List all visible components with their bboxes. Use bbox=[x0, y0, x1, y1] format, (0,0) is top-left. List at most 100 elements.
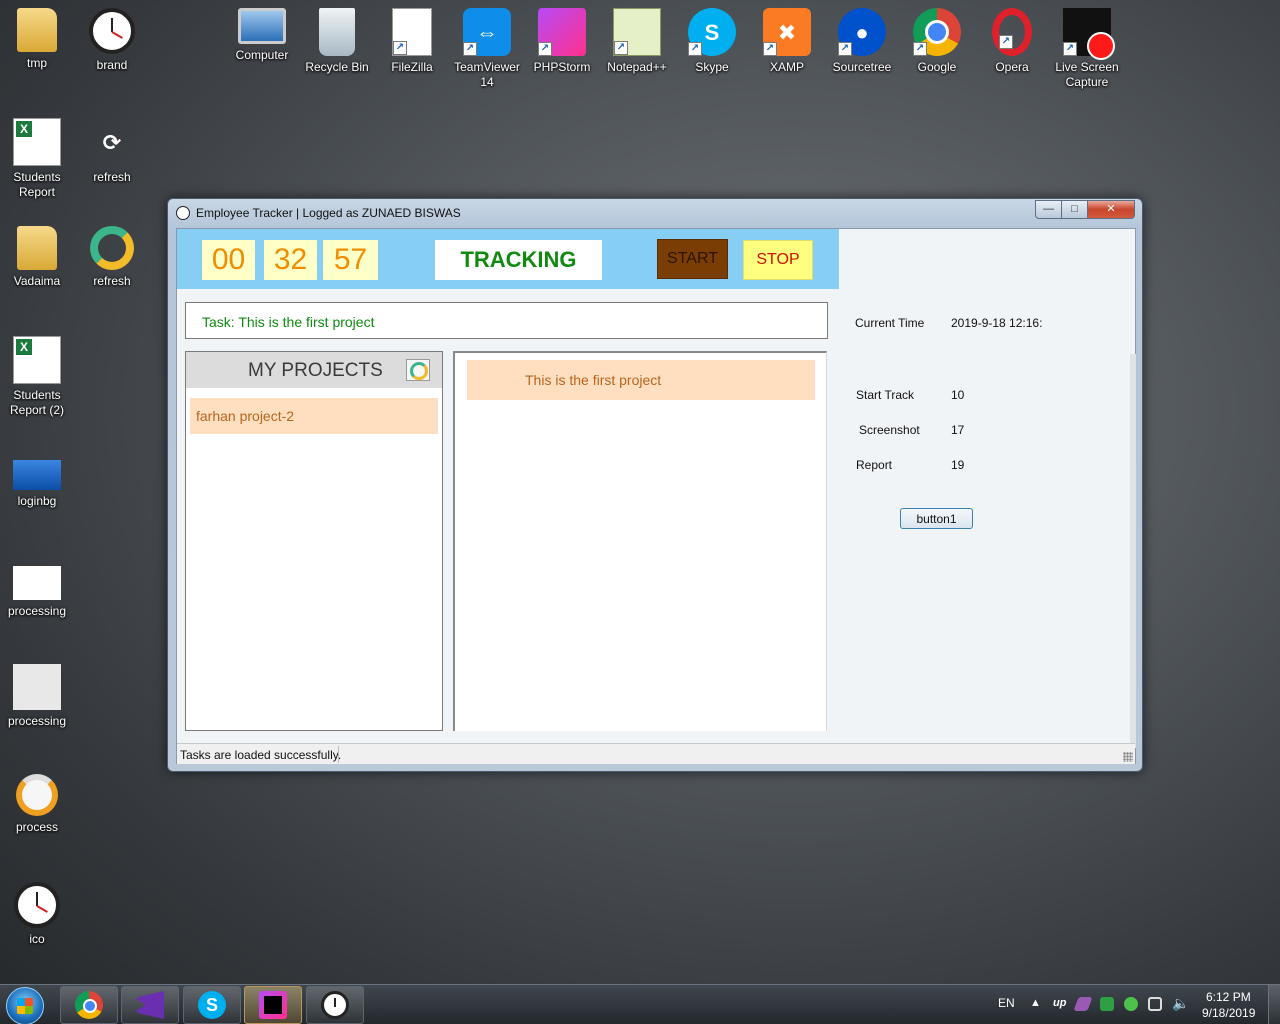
desktop-icon-google[interactable]: ↗ Google bbox=[900, 8, 974, 75]
desktop-icon-label: Computer bbox=[235, 48, 289, 62]
desktop-icon-label: refresh bbox=[93, 170, 131, 184]
desktop-icon-skype[interactable]: S ↗ Skype bbox=[675, 8, 749, 75]
timer-header: 00 32 57 TRACKING START STOP bbox=[177, 229, 839, 289]
teamviewer-icon: ⇔ ↗ bbox=[463, 8, 511, 56]
tray-expand-icon[interactable]: ▲ bbox=[1030, 997, 1041, 1009]
desktop-icon-notepad[interactable]: ↗ Notepad++ bbox=[600, 8, 674, 75]
refresh-projects-icon[interactable] bbox=[406, 359, 430, 381]
volume-icon[interactable]: 🔈 bbox=[1172, 995, 1189, 1012]
image-icon bbox=[13, 566, 61, 600]
desktop-icon-label: Recycle Bin bbox=[305, 60, 369, 74]
status-text: Tasks are loaded successfully. bbox=[180, 748, 342, 762]
desktop-icon-loginbg[interactable]: loginbg bbox=[0, 450, 74, 509]
check-icon[interactable] bbox=[1124, 997, 1138, 1011]
upwork-icon[interactable]: up bbox=[1053, 997, 1066, 1009]
desktop-icon-label: Sourcetree bbox=[832, 60, 892, 74]
tracking-status: TRACKING bbox=[435, 240, 602, 280]
phpstorm-icon: ↗ bbox=[538, 8, 586, 56]
project-item[interactable]: farhan project-2 bbox=[190, 398, 438, 434]
desktop-icon-label: brand bbox=[96, 58, 128, 72]
start-button[interactable] bbox=[6, 987, 44, 1024]
desktop-icon-live-screen-capture[interactable]: ↗ Live Screen Capture bbox=[1050, 8, 1124, 90]
app-clock-icon bbox=[176, 206, 190, 220]
desktop-icon-vadaima[interactable]: Vadaima bbox=[0, 226, 74, 289]
window-client-area: 00 32 57 TRACKING START STOP Task: This … bbox=[176, 228, 1136, 764]
desktop-icon-refresh[interactable]: ⟳ refresh bbox=[75, 118, 149, 185]
resize-grip-icon[interactable] bbox=[1123, 752, 1133, 762]
desktop-icon-label: process bbox=[15, 820, 59, 834]
report-label: Report bbox=[856, 458, 893, 472]
shortcut-arrow-icon: ↗ bbox=[1063, 42, 1077, 56]
shortcut-arrow-icon: ↗ bbox=[614, 41, 628, 55]
desktop-icon-ico[interactable]: ico bbox=[0, 882, 74, 947]
desktop-icon-tmp[interactable]: tmp bbox=[0, 8, 74, 71]
desktop-icon-label: Students Report (2) bbox=[9, 388, 65, 417]
stop-button[interactable]: STOP bbox=[743, 240, 813, 280]
visual-studio-icon bbox=[136, 991, 164, 1019]
filezilla-icon: ↗ bbox=[392, 8, 432, 56]
shortcut-arrow-icon: ↗ bbox=[838, 42, 852, 56]
shortcut-arrow-icon: ↗ bbox=[393, 41, 407, 55]
taskbar-app-chrome[interactable] bbox=[60, 986, 118, 1024]
desktop-icon-label: TeamViewer 14 bbox=[454, 60, 520, 89]
start-track-value: 10 bbox=[951, 388, 965, 402]
status-bar: Tasks are loaded successfully. bbox=[177, 743, 1135, 764]
clock-icon bbox=[321, 991, 349, 1019]
network-icon[interactable] bbox=[1148, 997, 1162, 1011]
excel-icon bbox=[13, 336, 61, 384]
current-task-label: Task: This is the first project bbox=[202, 314, 375, 330]
taskbar-app-visual-studio[interactable] bbox=[121, 986, 179, 1024]
close-button[interactable]: ✕ bbox=[1087, 200, 1135, 219]
desktop-icon-refresh-2[interactable]: refresh bbox=[75, 226, 149, 289]
shortcut-arrow-icon: ↗ bbox=[913, 42, 927, 56]
desktop-icon-processing-2[interactable]: processing bbox=[0, 664, 74, 729]
clock-icon bbox=[14, 882, 60, 928]
timer-seconds: 57 bbox=[323, 240, 378, 280]
desktop-icon-xampp[interactable]: ✖ ↗ XAMP bbox=[750, 8, 824, 75]
show-desktop-button[interactable] bbox=[1268, 985, 1280, 1024]
window-title: Employee Tracker | Logged as ZUNAED BISW… bbox=[196, 206, 461, 220]
desktop-icon-computer[interactable]: Computer bbox=[225, 8, 299, 63]
spinner-icon bbox=[16, 774, 58, 816]
notepad-icon: ↗ bbox=[613, 8, 661, 56]
screen-capture-icon: ↗ bbox=[1063, 8, 1115, 60]
excel-sync-icon[interactable] bbox=[1100, 997, 1114, 1011]
desktop-icon-sourcetree[interactable]: ● ↗ Sourcetree bbox=[825, 8, 899, 75]
start-track-label: Start Track bbox=[856, 388, 915, 402]
taskbar-app-phpstorm[interactable] bbox=[244, 986, 302, 1024]
start-button[interactable]: START bbox=[657, 239, 728, 279]
refresh-icon bbox=[90, 226, 134, 270]
desktop-icon-label: loginbg bbox=[17, 494, 57, 508]
task-item[interactable]: This is the first project bbox=[467, 360, 815, 400]
feather-icon[interactable] bbox=[1073, 997, 1093, 1011]
scrollbar[interactable] bbox=[1130, 354, 1136, 748]
recycle-bin-icon bbox=[319, 8, 355, 56]
taskbar-app-employee-tracker[interactable] bbox=[306, 986, 364, 1024]
tasks-panel: This is the first project bbox=[453, 351, 827, 731]
clock-time[interactable]: 6:12 PM bbox=[1206, 990, 1251, 1004]
desktop-icon-opera[interactable]: ↗ Opera bbox=[975, 8, 1049, 75]
desktop-icon-phpstorm[interactable]: ↗ PHPStorm bbox=[525, 8, 599, 75]
clock-date[interactable]: 9/18/2019 bbox=[1202, 1006, 1255, 1020]
refresh-icon: ⟳ bbox=[102, 129, 122, 155]
current-time-value: 2019-9-18 12:16:58 bbox=[951, 316, 1043, 330]
desktop-icon-recycle-bin[interactable]: Recycle Bin bbox=[300, 8, 374, 75]
language-indicator[interactable]: EN bbox=[998, 996, 1015, 1010]
desktop-icon-brand[interactable]: brand bbox=[75, 8, 149, 73]
desktop-icon-filezilla[interactable]: ↗ FileZilla bbox=[375, 8, 449, 75]
desktop-icon-teamviewer[interactable]: ⇔ ↗ TeamViewer 14 bbox=[450, 8, 524, 90]
skype-icon: S ↗ bbox=[688, 8, 736, 56]
minimize-button[interactable]: — bbox=[1035, 200, 1062, 219]
desktop-icon-processing[interactable]: processing bbox=[0, 560, 74, 619]
desktop-icon-process[interactable]: process bbox=[0, 774, 74, 835]
title-bar[interactable]: Employee Tracker | Logged as ZUNAED BISW… bbox=[168, 199, 1142, 227]
desktop-icon-label: Opera bbox=[995, 60, 1029, 74]
excel-icon bbox=[13, 118, 61, 166]
projects-title: MY PROJECTS bbox=[248, 360, 383, 381]
desktop-icon-students-report[interactable]: Students Report bbox=[0, 118, 74, 200]
maximize-button[interactable]: □ bbox=[1061, 200, 1088, 219]
taskbar-app-skype[interactable]: S bbox=[183, 986, 241, 1024]
report-value: 19 bbox=[951, 458, 965, 472]
desktop-icon-students-report-2[interactable]: Students Report (2) bbox=[0, 336, 74, 418]
button1[interactable]: button1 bbox=[900, 508, 973, 529]
